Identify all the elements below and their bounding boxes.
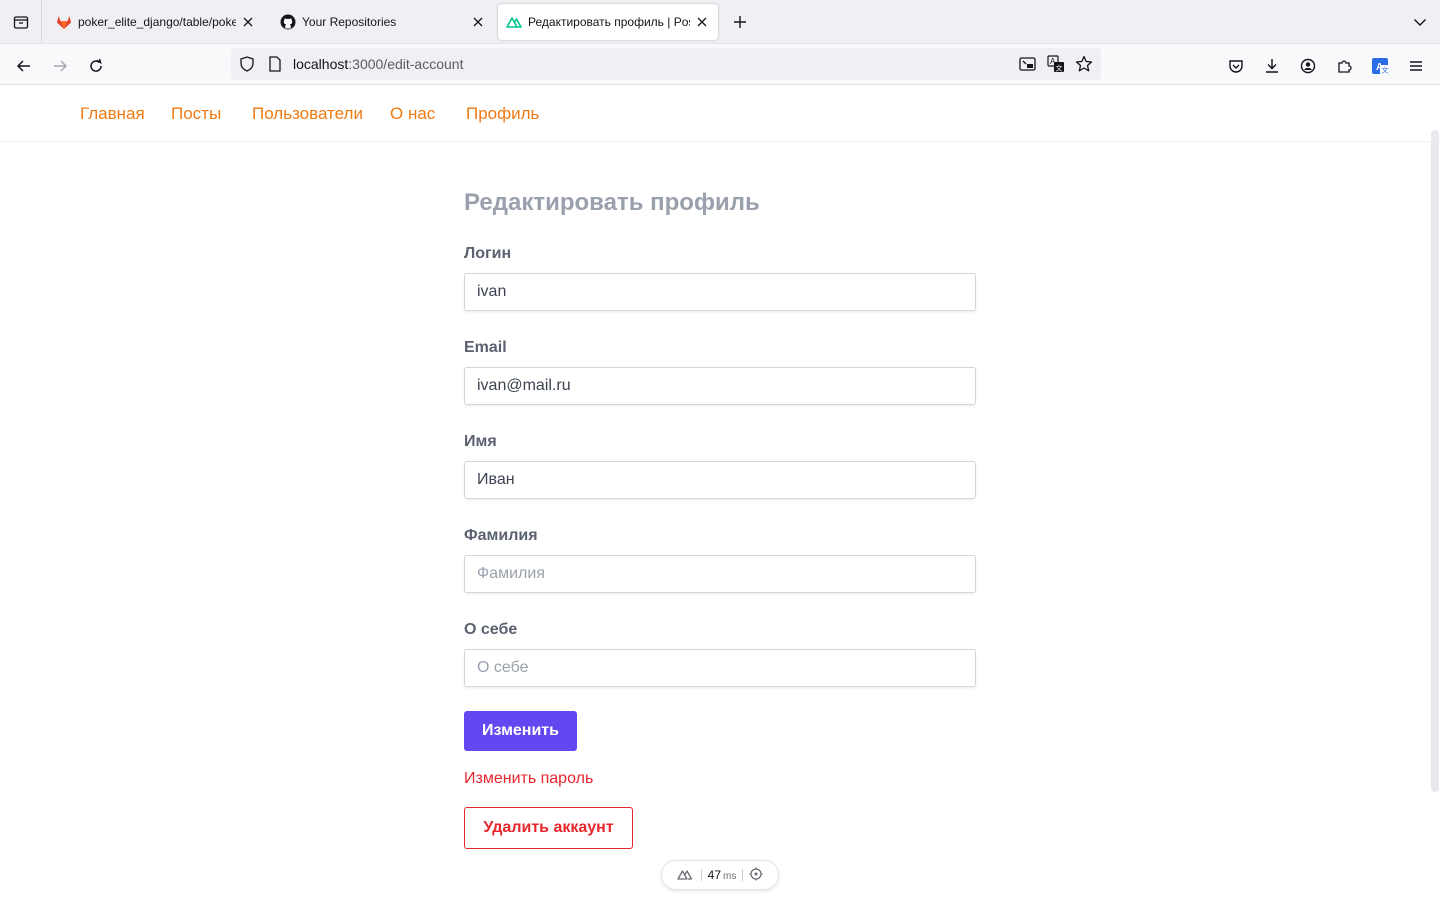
tab-title: poker_elite_django/table/poker_ [78,15,236,29]
translate-extension-button[interactable]: A文 [1366,52,1394,80]
url-text[interactable]: localhost:3000/edit-account [293,56,463,72]
forward-button[interactable] [46,52,74,80]
render-time: 47 ms [708,868,737,882]
about-label: О себе [464,621,518,638]
reload-icon [90,58,102,72]
nuxt-icon[interactable] [676,867,695,884]
page-info-icon[interactable] [265,54,285,74]
tab-title: Редактировать профиль | Post [528,15,690,29]
login-label: Логин [464,245,512,262]
account-icon [1300,58,1316,74]
list-all-tabs-button[interactable] [1408,10,1432,34]
browser-tab-strip: poker_elite_django/table/poker_ Your Rep… [0,0,1440,44]
close-icon[interactable] [466,10,490,34]
account-button[interactable] [1294,52,1322,80]
nav-link-profile[interactable]: Профиль [466,104,539,124]
email-input[interactable] [464,367,976,405]
tab-title: Your Repositories [302,15,397,29]
tab-github[interactable]: Your Repositories [266,0,494,44]
gitlab-icon [56,14,72,30]
close-icon[interactable] [690,10,714,34]
shield-icon[interactable] [237,54,257,74]
change-password-link[interactable]: Изменить пароль [464,770,593,788]
url-bar[interactable]: localhost:3000/edit-account A文 [231,48,1101,80]
svg-text:文: 文 [1382,66,1389,75]
last-name-input[interactable] [464,555,976,593]
github-icon [280,14,296,30]
nav-link-users[interactable]: Пользователи [252,104,363,124]
tab-gitlab[interactable]: poker_elite_django/table/poker_ [42,0,264,44]
pocket-button[interactable] [1222,52,1250,80]
divider [700,869,702,881]
first-name-input[interactable] [464,461,976,499]
nuxt-icon [506,14,522,30]
translate-page-icon[interactable]: A文 [1046,54,1066,74]
render-time-value: 47 [707,868,721,882]
render-time-unit: ms [723,871,737,882]
extensions-button[interactable] [1330,52,1358,80]
bookmark-star-icon[interactable] [1074,54,1094,74]
page-content: Главная Посты Пользователи О нас Профиль… [0,85,1440,900]
tab-overview-button[interactable] [0,0,42,44]
about-input[interactable] [464,649,976,687]
svg-text:文: 文 [1056,64,1063,73]
submit-button[interactable]: Изменить [464,711,577,751]
close-icon[interactable] [236,10,260,34]
page-scrollbar[interactable] [1431,130,1439,792]
site-nav: Главная Посты Пользователи О нас Профиль [0,85,1440,142]
nav-link-posts[interactable]: Посты [171,104,221,124]
inspect-target-icon[interactable] [749,867,763,884]
pocket-icon [1229,60,1243,73]
downloads-button[interactable] [1258,52,1286,80]
divider [742,869,744,881]
nav-link-home[interactable]: Главная [80,104,145,124]
new-tab-button[interactable] [728,10,752,34]
download-icon [1266,59,1278,73]
delete-account-button[interactable]: Удалить аккаунт [464,807,633,849]
nuxt-devtools-pill[interactable]: 47 ms [661,860,779,890]
translate-icon: A文 [1372,58,1389,75]
arrow-left-icon [16,60,30,72]
plus-icon [734,16,746,28]
app-menu-button[interactable] [1402,52,1430,80]
first-name-label: Имя [464,433,497,450]
reload-button[interactable] [82,52,110,80]
url-host: localhost [293,56,349,72]
last-name-label: Фамилия [464,527,538,544]
page-title: Редактировать профиль [464,189,760,216]
login-input[interactable] [464,273,976,311]
tab-edit-profile[interactable]: Редактировать профиль | Post [498,4,718,40]
hamburger-icon [1410,61,1422,71]
picture-in-picture-icon[interactable] [1018,54,1038,74]
nav-link-about[interactable]: О нас [390,104,435,124]
arrow-right-icon [54,60,68,72]
email-label: Email [464,339,507,356]
back-button[interactable] [10,52,38,80]
url-path: :3000/edit-account [348,56,464,72]
chevron-down-icon [1414,19,1426,26]
puzzle-icon [1338,60,1352,73]
tab-overview-icon [13,16,28,29]
